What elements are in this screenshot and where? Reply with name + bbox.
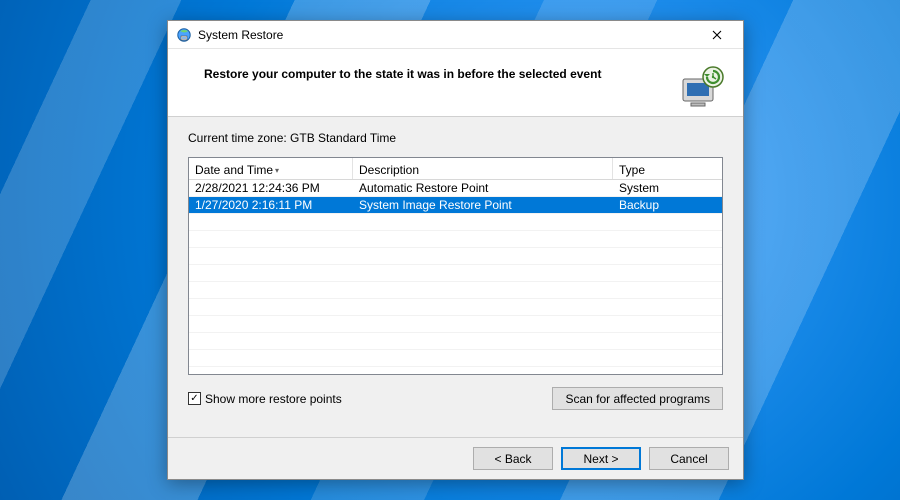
cell-description [353,350,613,366]
cell-date: 2/28/2021 12:24:36 PM [189,180,353,196]
cell-date: . [189,248,353,264]
col-header-type[interactable]: Type [613,158,722,179]
back-button[interactable]: < Back [473,447,553,470]
cell-type [613,333,722,349]
cell-type [613,214,722,230]
restore-hero-icon [677,63,725,111]
wizard-heading: Restore your computer to the state it wa… [204,67,601,81]
cell-date: . [189,282,353,298]
cell-type: Backup [613,197,722,213]
cell-description [353,265,613,281]
wizard-header: Restore your computer to the state it wa… [168,49,743,117]
cell-type [613,282,722,298]
cell-type [613,231,722,247]
cell-type [613,299,722,315]
col-header-type-label: Type [619,163,645,177]
titlebar: System Restore [168,21,743,49]
cell-date: . [189,214,353,230]
cell-date: . [189,231,353,247]
col-header-date[interactable]: Date and Time ▾ [189,158,353,179]
cell-description [353,248,613,264]
cell-date: . [189,350,353,366]
close-button[interactable] [697,24,737,46]
cell-description [353,214,613,230]
cell-description: Automatic Restore Point [353,180,613,196]
col-header-date-label: Date and Time [195,163,273,177]
system-restore-icon [176,27,192,43]
next-button[interactable]: Next > [561,447,641,470]
show-more-checkbox[interactable]: ✓ Show more restore points [188,392,342,406]
cell-description [353,299,613,315]
table-row: . [189,248,722,265]
below-list-row: ✓ Show more restore points Scan for affe… [188,387,723,410]
cell-date: . [189,316,353,332]
cell-type [613,265,722,281]
list-body: 2/28/2021 12:24:36 PMAutomatic Restore P… [189,180,722,367]
table-row: . [189,282,722,299]
timezone-label: Current time zone: GTB Standard Time [188,131,723,145]
cell-description: System Image Restore Point [353,197,613,213]
cell-description [353,316,613,332]
wizard-footer: < Back Next > Cancel [168,437,743,479]
table-row: . [189,231,722,248]
cell-description [353,333,613,349]
cell-date: 1/27/2020 2:16:11 PM [189,197,353,213]
cell-description [353,282,613,298]
table-row[interactable]: 2/28/2021 12:24:36 PMAutomatic Restore P… [189,180,722,197]
table-row: . [189,214,722,231]
close-icon [712,30,722,40]
table-row[interactable]: 1/27/2020 2:16:11 PMSystem Image Restore… [189,197,722,214]
col-header-desc-label: Description [359,163,419,177]
list-header-row: Date and Time ▾ Description Type [189,158,722,180]
table-row: . [189,265,722,282]
restore-points-list[interactable]: Date and Time ▾ Description Type 2/28/20… [188,157,723,375]
cell-type: System [613,180,722,196]
table-row: . [189,299,722,316]
cell-type [613,350,722,366]
table-row: . [189,333,722,350]
table-row: . [189,350,722,367]
show-more-label: Show more restore points [205,392,342,406]
cell-date: . [189,299,353,315]
sort-indicator-icon: ▾ [275,166,279,175]
col-header-description[interactable]: Description [353,158,613,179]
table-row: . [189,316,722,333]
checkbox-box: ✓ [188,392,201,405]
scan-affected-button[interactable]: Scan for affected programs [552,387,723,410]
cell-date: . [189,265,353,281]
system-restore-dialog: System Restore Restore your computer to … [167,20,744,480]
wizard-content: Current time zone: GTB Standard Time Dat… [168,117,743,437]
cell-type [613,316,722,332]
window-title: System Restore [198,28,283,42]
cell-type [613,248,722,264]
cell-date: . [189,333,353,349]
cancel-button[interactable]: Cancel [649,447,729,470]
cell-description [353,231,613,247]
